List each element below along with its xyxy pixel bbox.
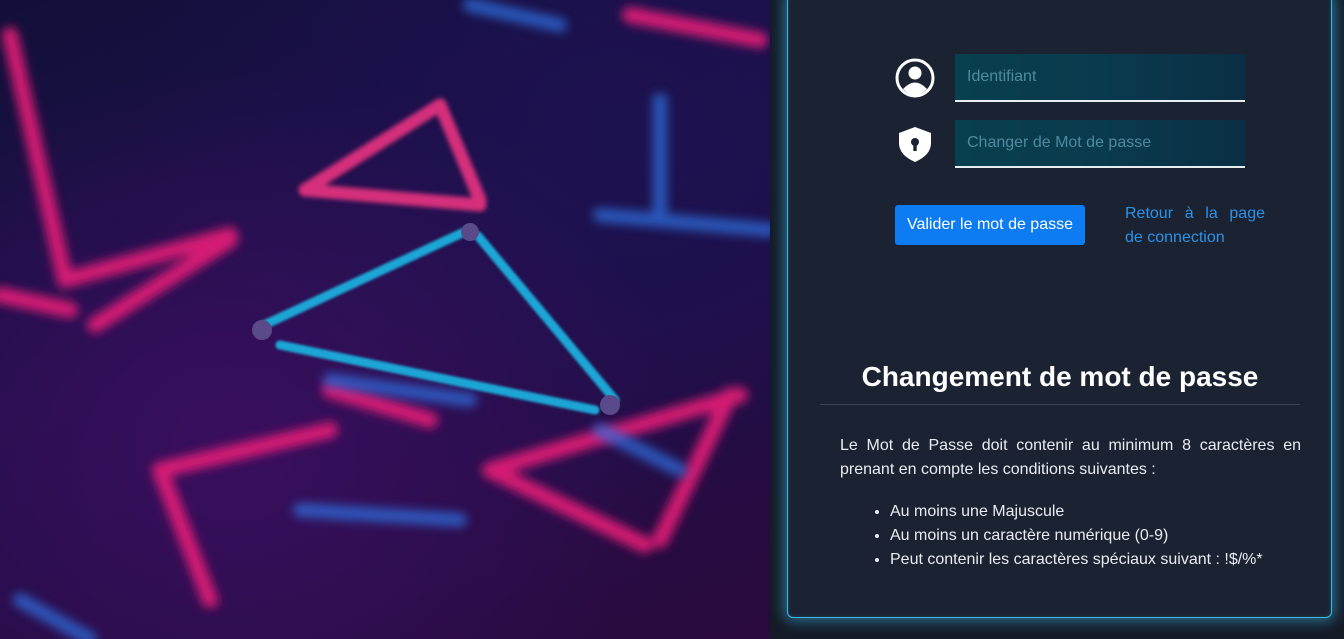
list-item: Au moins un caractère numérique (0-9) bbox=[890, 524, 1344, 548]
username-row bbox=[895, 54, 1245, 102]
list-item: Peut contenir les caractères spéciaux su… bbox=[890, 548, 1344, 572]
list-item: Au moins une Majuscule bbox=[890, 500, 1344, 524]
shield-lock-icon bbox=[895, 124, 935, 164]
password-row bbox=[895, 120, 1245, 168]
back-to-login-link[interactable]: Retour à la page de connection bbox=[1125, 202, 1265, 250]
divider bbox=[820, 404, 1300, 405]
password-requirements-description: Le Mot de Passe doit contenir au minimum… bbox=[840, 437, 1301, 478]
neon-triangles-decoration bbox=[0, 0, 770, 639]
password-rules-list: Au moins une Majuscule Au moins un carac… bbox=[840, 500, 1344, 572]
page-title: Changement de mot de passe bbox=[861, 361, 1259, 392]
new-password-input[interactable] bbox=[955, 120, 1245, 168]
user-circle-icon bbox=[895, 58, 935, 98]
background-image bbox=[0, 0, 770, 639]
username-input[interactable] bbox=[955, 54, 1245, 102]
password-change-card: Valider le mot de passe Retour à la page… bbox=[787, 0, 1332, 618]
validate-password-button[interactable]: Valider le mot de passe bbox=[895, 205, 1085, 245]
